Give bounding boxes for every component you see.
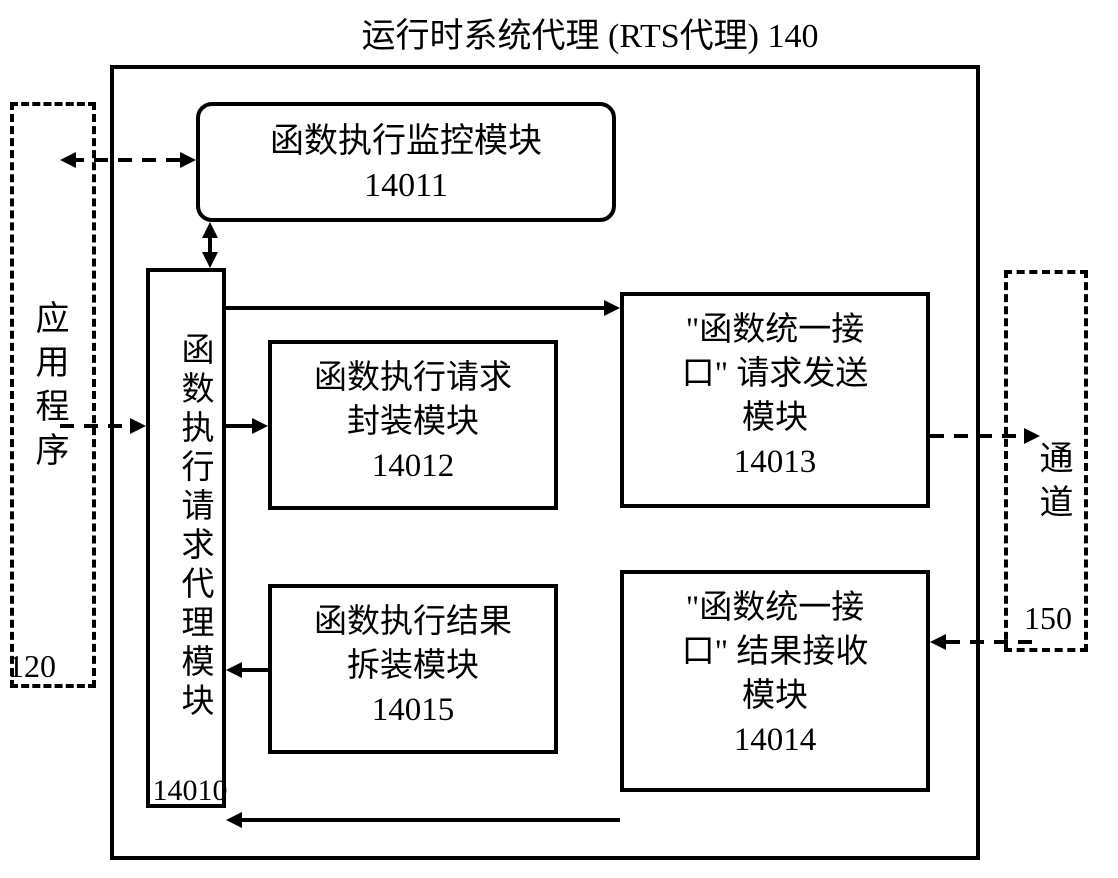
send-line3: 模块 [742, 400, 808, 436]
recv-module-box: "函数统一接 口" 结果接收 模块 14014 [620, 570, 930, 792]
arrow-recv-proxy [226, 810, 620, 830]
arrow-proxy-pack [226, 416, 268, 436]
diagram-title: 运行时系统代理 (RTS代理) 140 [180, 8, 1000, 57]
unpack-line1: 函数执行结果 [314, 604, 512, 640]
proxy-module-box: 函数执行请求代理模块 14010 [146, 268, 226, 808]
recv-line3: 模块 [742, 678, 808, 714]
arrow-channel-recv [930, 632, 1040, 652]
arrow-send-channel [930, 426, 1040, 446]
pack-line2: 封装模块 [347, 404, 479, 440]
pack-module-box: 函数执行请求 封装模块 14012 [268, 340, 558, 510]
recv-line1: "函数统一接 [686, 590, 864, 626]
proxy-ref: 14010 [135, 774, 245, 808]
arrow-app-monitor [60, 150, 196, 170]
arrow-unpack-proxy [226, 660, 268, 680]
arrow-proxy-send [226, 298, 620, 318]
monitor-module-box: 函数执行监控模块 14011 [196, 102, 616, 222]
proxy-label: 函数执行请求代理模块 [170, 332, 218, 722]
app-label: 应用程序 [24, 300, 73, 476]
send-line2: 口" 请求发送 [682, 356, 869, 392]
monitor-label: 函数执行监控模块 [270, 123, 542, 160]
diagram-canvas: 运行时系统代理 (RTS代理) 140 应用程序 120 通道 150 函数执行… [0, 0, 1118, 878]
unpack-module-box: 函数执行结果 拆装模块 14015 [268, 584, 558, 754]
arrow-app-proxy [60, 416, 146, 436]
pack-ref: 14012 [372, 448, 455, 484]
send-line1: "函数统一接 [686, 312, 864, 348]
send-module-box: "函数统一接 口" 请求发送 模块 14013 [620, 292, 930, 508]
unpack-ref: 14015 [372, 692, 455, 728]
recv-ref: 14014 [734, 722, 817, 758]
channel-label: 通道 [1028, 440, 1077, 528]
app-ref: 120 [8, 648, 56, 685]
recv-line2: 口" 结果接收 [682, 634, 869, 670]
monitor-ref: 14011 [364, 167, 448, 204]
pack-line1: 函数执行请求 [314, 360, 512, 396]
unpack-line2: 拆装模块 [347, 648, 479, 684]
send-ref: 14013 [734, 444, 817, 480]
arrow-proxy-monitor [200, 222, 220, 268]
